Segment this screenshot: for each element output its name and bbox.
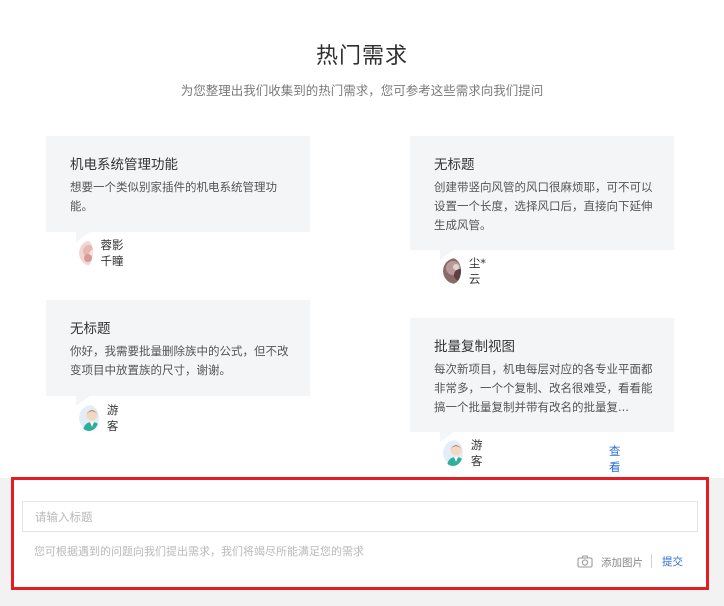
title-input[interactable]: [22, 501, 698, 532]
user-avatar: [79, 240, 93, 266]
divider: [651, 554, 652, 568]
submit-button[interactable]: 提交: [662, 554, 683, 569]
author-name: 游客: [470, 438, 483, 468]
card-bubble: 无标题 你好，我需要批量删除族中的公式，但不改变项目中放置族的尺寸，谢谢。: [46, 300, 310, 406]
card-description: 每次新项目，机电每层对应的各专业平面都非常多，一个个复制、改名很难受，看看能搞一…: [434, 362, 653, 414]
card-description: 创建带竖向风管的风口很麻烦耶，可不可以设置一个长度，选择风口后，直接向下延伸生成…: [434, 180, 653, 232]
author-name: 游客: [106, 403, 119, 433]
card-title: 机电系统管理功能: [70, 157, 178, 173]
guest-avatar-icon: [443, 440, 463, 466]
card-title: 批量复制视图: [434, 339, 515, 355]
card-author: 尘*云: [443, 255, 489, 287]
author-name: 尘*云: [468, 256, 487, 286]
card-description: 想要一个类似别家插件的机电系统管理功能。: [70, 180, 277, 213]
card-bubble: 机电系统管理功能 想要一个类似别家插件的机电系统管理功能。: [46, 136, 310, 242]
card-title: 无标题: [70, 321, 111, 337]
card-author: 蓉影千瞳: [79, 237, 125, 269]
page-subtitle: 为您整理出我们收集到的热门需求，您可参考这些需求向我们提问: [180, 83, 544, 98]
card-title: 无标题: [434, 157, 475, 173]
page-title: 热门需求: [315, 44, 408, 69]
add-image-button[interactable]: 添加图片: [577, 553, 643, 572]
highlight-frame: [11, 477, 709, 590]
add-image-label: 添加图片: [601, 557, 643, 569]
card-bubble: 无标题 创建带竖向风管的风口很麻烦耶，可不可以设置一个长度，选择风口后，直接向下…: [410, 136, 674, 260]
card-author: 游客: [79, 402, 125, 434]
card-description: 你好，我需要批量删除族中的公式，但不改变项目中放置族的尺寸，谢谢。: [70, 344, 289, 377]
card-author: 游客: [443, 437, 489, 469]
author-name: 蓉影千瞳: [100, 238, 124, 268]
card-bubble: 批量复制视图 每次新项目，机电每层对应的各专业平面都非常多，一个个复制、改名很难…: [410, 318, 674, 442]
content-input[interactable]: [22, 540, 586, 570]
section-header: 热门需求 为您整理出我们收集到的热门需求，您可参考这些需求向我们提问: [0, 38, 724, 99]
camera-icon: [577, 553, 593, 572]
user-avatar: [443, 258, 461, 284]
guest-avatar-icon: [79, 405, 99, 431]
